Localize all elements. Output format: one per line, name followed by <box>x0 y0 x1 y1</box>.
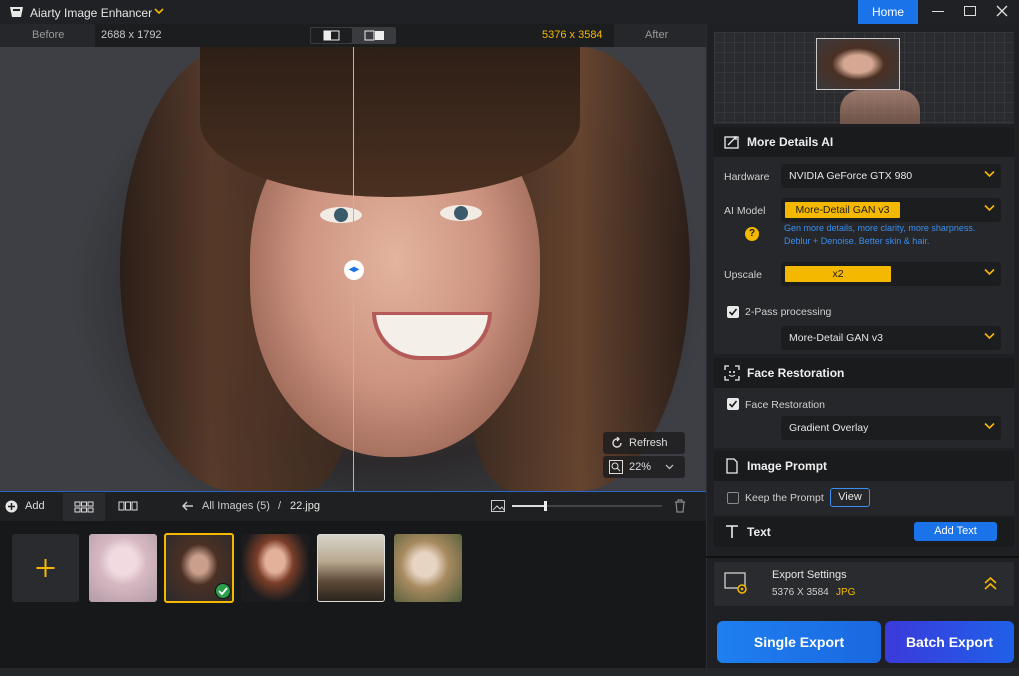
add-button[interactable]: Add <box>25 500 45 512</box>
export-expand-icon[interactable] <box>984 577 997 590</box>
add-text-button[interactable]: Add Text <box>914 522 997 541</box>
portrait-eye-right <box>440 205 482 221</box>
before-resolution: 2688 x 1792 <box>101 29 162 41</box>
breadcrumb-current-file: 22.jpg <box>290 500 320 512</box>
export-settings-title: Export Settings <box>772 569 847 581</box>
hardware-chevron-icon <box>984 170 995 178</box>
upscale-chevron-icon <box>984 268 995 276</box>
app-title: Aiarty Image Enhancer <box>30 6 153 20</box>
image-prompt-icon <box>724 458 740 474</box>
hardware-value: NVIDIA GeForce GTX 980 <box>789 170 913 182</box>
maximize-icon[interactable] <box>964 6 976 16</box>
portrait-hair-top <box>200 47 580 197</box>
thumbnail-3[interactable] <box>241 534 309 602</box>
navigator-viewport-frame[interactable] <box>816 38 900 90</box>
image-prompt-header[interactable]: Image Prompt <box>714 451 1014 481</box>
navigator-preview-body <box>840 90 920 124</box>
home-button[interactable]: Home <box>858 0 918 24</box>
thumbnail-size-icon <box>491 500 505 512</box>
two-pass-checkbox[interactable] <box>727 306 739 318</box>
status-strip <box>0 668 1019 676</box>
hardware-label: Hardware <box>724 171 770 183</box>
portrait-eye-left <box>320 207 362 223</box>
image-prompt-title: Image Prompt <box>747 459 828 473</box>
refresh-icon <box>611 437 623 449</box>
before-label: Before <box>32 29 65 41</box>
ai-model-chevron-icon <box>984 204 995 212</box>
two-pass-chevron-icon <box>984 332 995 340</box>
side-by-side-view-button[interactable] <box>354 28 395 43</box>
thumbnail-4[interactable] <box>317 534 385 602</box>
app-menu-chevron-icon[interactable] <box>154 8 164 15</box>
more-details-icon <box>724 134 740 150</box>
face-restoration-icon <box>724 365 740 381</box>
add-image-tile[interactable] <box>12 534 79 602</box>
view-prompt-button[interactable]: View <box>830 488 870 507</box>
export-divider <box>706 556 1019 558</box>
keep-prompt-checkbox[interactable] <box>727 492 739 504</box>
face-restoration-check-label: Face Restoration <box>745 399 825 411</box>
app-logo-icon <box>9 5 24 19</box>
ai-model-dropdown[interactable]: More-Detail GAN v3 <box>781 198 1001 222</box>
delete-icon[interactable] <box>674 499 686 513</box>
face-restoration-title: Face Restoration <box>747 366 845 380</box>
back-arrow-icon[interactable] <box>182 501 194 511</box>
upscale-dropdown[interactable]: x2 <box>781 262 1001 286</box>
help-icon[interactable]: ? <box>745 227 759 241</box>
ai-model-description-2: Deblur + Denoise. Better skin & hair. <box>784 236 930 246</box>
export-format: JPG <box>836 587 856 598</box>
add-icon[interactable] <box>5 500 18 513</box>
zoom-chevron-icon <box>665 464 674 470</box>
export-settings-icon <box>724 571 750 595</box>
refresh-button[interactable]: Refresh <box>603 432 685 454</box>
ai-model-description-1: Gen more details, more clarity, more sha… <box>784 223 976 233</box>
split-view-button[interactable] <box>311 28 352 43</box>
grid-view-button[interactable] <box>63 493 105 521</box>
zoom-icon <box>609 460 623 474</box>
selected-check-icon <box>215 583 231 599</box>
thumbnail-5[interactable] <box>394 534 462 602</box>
breadcrumb-separator: / <box>278 500 282 512</box>
thumbnail-size-slider-handle[interactable] <box>544 501 547 511</box>
face-mode-value: Gradient Overlay <box>789 422 869 434</box>
face-restoration-header[interactable]: Face Restoration <box>714 358 1014 388</box>
hardware-dropdown[interactable]: NVIDIA GeForce GTX 980 <box>781 164 1001 188</box>
more-details-title: More Details AI <box>747 135 834 149</box>
minimize-icon[interactable] <box>932 11 944 12</box>
batch-export-button[interactable]: Batch Export <box>885 621 1014 663</box>
text-icon <box>724 524 740 540</box>
upscale-label: Upscale <box>724 269 762 281</box>
zoom-value: 22% <box>629 461 652 473</box>
upscale-value: x2 <box>785 266 891 282</box>
split-drag-handle-icon[interactable]: ◂▸ <box>344 260 364 280</box>
thumbnail-2-selected[interactable] <box>164 533 234 603</box>
after-label: After <box>645 29 669 41</box>
text-title: Text <box>747 525 771 539</box>
two-pass-model-value: More-Detail GAN v3 <box>789 332 883 344</box>
more-details-header[interactable]: More Details AI <box>714 127 1014 157</box>
ai-model-value: More-Detail GAN v3 <box>785 202 900 218</box>
thumbnail-1[interactable] <box>89 534 157 602</box>
ai-model-label: AI Model <box>724 205 766 217</box>
zoom-control[interactable]: 22% <box>603 456 685 478</box>
keep-prompt-label: Keep the Prompt <box>745 492 824 504</box>
export-resolution: 5376 X 3584 <box>772 587 829 598</box>
filmstrip-view-button[interactable] <box>108 493 148 521</box>
breadcrumb-all-images[interactable]: All Images (5) <box>202 500 270 512</box>
export-settings-panel[interactable] <box>714 562 1014 606</box>
two-pass-label: 2-Pass processing <box>745 306 832 318</box>
face-mode-chevron-icon <box>984 422 995 430</box>
two-pass-model-dropdown[interactable]: More-Detail GAN v3 <box>781 326 1001 350</box>
refresh-label: Refresh <box>629 437 668 449</box>
close-icon[interactable] <box>996 5 1008 17</box>
single-export-button[interactable]: Single Export <box>717 621 881 663</box>
face-restoration-checkbox[interactable] <box>727 398 739 410</box>
after-resolution: 5376 x 3584 <box>542 29 603 41</box>
thumbnail-size-slider-fill <box>512 505 545 507</box>
face-mode-dropdown[interactable]: Gradient Overlay <box>781 416 1001 440</box>
